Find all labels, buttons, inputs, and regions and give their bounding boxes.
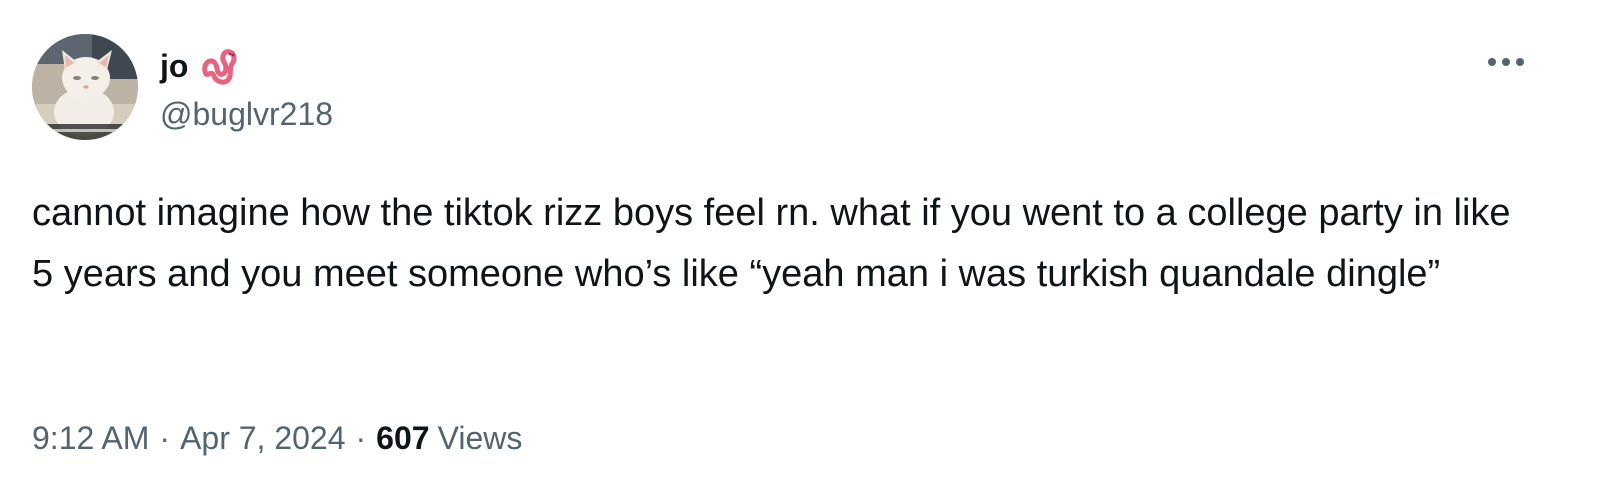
separator-dot: · — [159, 420, 171, 456]
display-name[interactable]: jo — [160, 50, 188, 82]
more-options-button[interactable] — [1480, 44, 1532, 80]
tweet-date[interactable]: Apr 7, 2024 — [180, 420, 345, 456]
views-label: Views — [437, 420, 523, 456]
cat-avatar-image — [32, 34, 138, 140]
tweet-card: jo @buglvr218 cannot imagine how the tik… — [0, 0, 1600, 503]
more-horizontal-icon — [1488, 58, 1524, 66]
tweet-meta: 9:12 AM · Apr 7, 2024 · 607 Views — [32, 414, 522, 462]
author-handle[interactable]: @buglvr218 — [160, 95, 333, 133]
views-count[interactable]: 607 — [376, 420, 429, 456]
avatar[interactable] — [32, 34, 138, 140]
author-name-row[interactable]: jo — [160, 44, 242, 88]
pink-worm-emoji-icon — [198, 44, 242, 88]
separator-dot: · — [355, 420, 367, 456]
tweet-time[interactable]: 9:12 AM — [32, 420, 149, 456]
tweet-text: cannot imagine how the tiktok rizz boys … — [32, 192, 1511, 295]
